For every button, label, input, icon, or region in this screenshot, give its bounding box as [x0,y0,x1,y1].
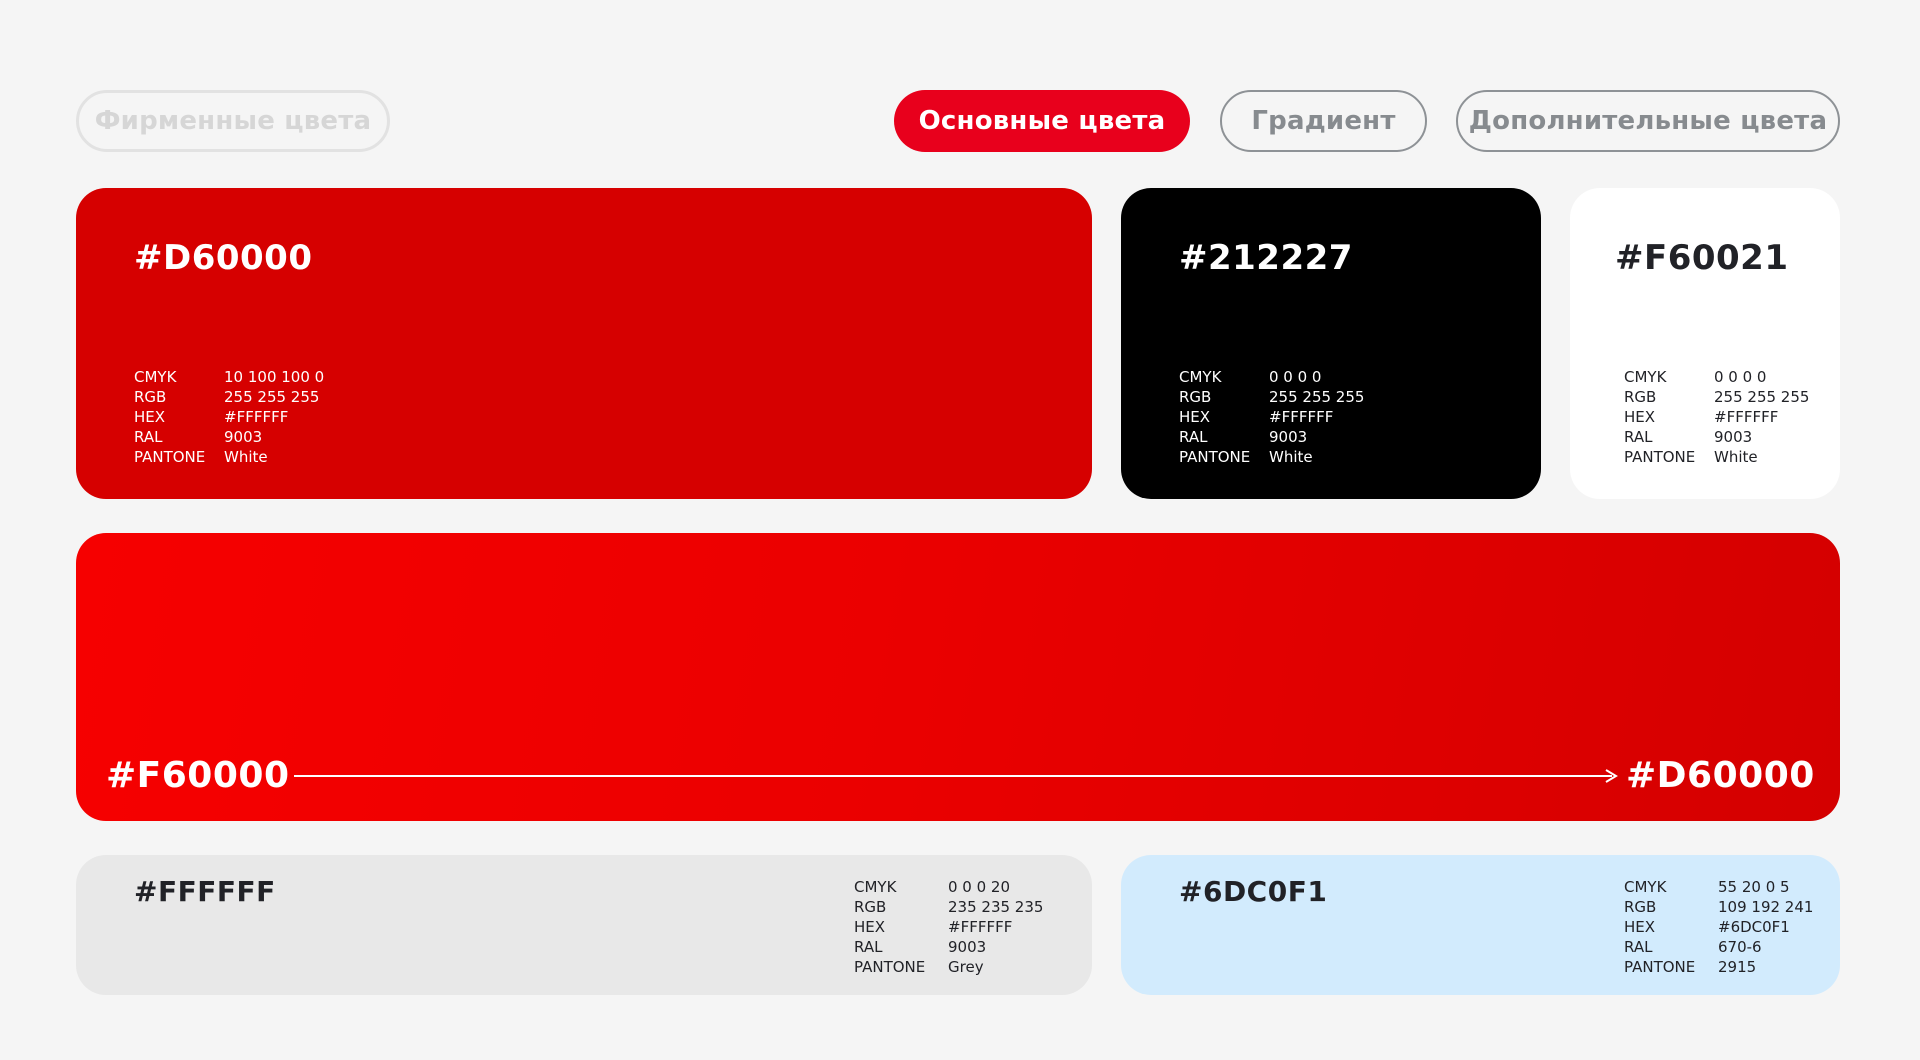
spec-label: PANTONE [134,448,206,466]
spec-value: 2915 [1718,958,1757,976]
spec-value: 9003 [948,938,987,956]
spec-value: #FFFFFF [1714,408,1779,426]
color-hex-title: #F60021 [1615,238,1789,278]
color-card-ffffff: #FFFFFF CMYK 0 0 0 20 RGB 235 235 235 HEX #… [76,855,1092,995]
spec-value: 255 255 255 [1714,388,1810,406]
spec-value: #6DC0F1 [1718,918,1790,936]
spec-value: Grey [948,958,984,976]
spec-label: PANTONE [1624,958,1696,976]
spec-value: #FFFFFF [224,408,289,426]
tab-main-colors[interactable]: Основные цвета [894,90,1190,152]
spec-value: 109 192 241 [1718,898,1814,916]
tab-additional-colors[interactable]: Дополнительные цвета [1456,90,1840,152]
tab-brand-colors[interactable]: Фирменные цвета [76,90,390,152]
spec-value: 55 20 0 5 [1718,878,1790,896]
spec-value: White [1714,448,1758,466]
color-card-f60021: #F60021 CMYK 0 0 0 0 RGB 255 255 255 HEX #F… [1570,188,1840,499]
spec-label: RAL [854,938,883,956]
arrow-right-icon [1605,769,1618,783]
spec-label: CMYK [1624,368,1667,386]
spec-label: PANTONE [1179,448,1251,466]
color-specs: CMYK 10 100 100 0 RGB 255 255 255 HEX #FFFF… [134,367,324,467]
color-hex-title: #6DC0F1 [1179,875,1328,908]
spec-label: RAL [1624,428,1653,446]
color-hex-title: #FFFFFF [134,875,276,908]
spec-label: HEX [134,408,166,426]
spec-label: PANTONE [1624,448,1696,466]
spec-value: 0 0 0 0 [1714,368,1767,386]
spec-label: CMYK [1624,878,1667,896]
spec-value: 0 0 0 20 [948,878,1011,896]
spec-label: HEX [1624,918,1656,936]
spec-label: RGB [134,388,167,406]
spec-value: 255 255 255 [224,388,320,406]
spec-label: CMYK [134,368,177,386]
spec-label: CMYK [1179,368,1222,386]
spec-label: RGB [1179,388,1212,406]
spec-value: 255 255 255 [1269,388,1365,406]
spec-value: 9003 [224,428,263,446]
spec-label: CMYK [854,878,897,896]
color-specs: CMYK 0 0 0 0 RGB 255 255 255 HEX #FFFFFF RA… [1624,367,1809,467]
tab-gradient[interactable]: Градиент [1220,90,1427,152]
spec-label: HEX [1624,408,1656,426]
spec-label: RAL [1624,938,1653,956]
spec-label: RGB [1624,898,1657,916]
spec-value: #FFFFFF [1269,408,1334,426]
color-specs: CMYK 55 20 0 5 RGB 109 192 241 HEX #6DC0F1 … [1624,877,1813,977]
gradient-arrow-line [294,775,1612,777]
gradient-end-hex: #D60000 [1626,755,1815,796]
gradient-card: #F60000 #D60000 [76,533,1840,821]
color-specs: CMYK 0 0 0 0 RGB 255 255 255 HEX #FFFFFF RA… [1179,367,1364,467]
color-specs: CMYK 0 0 0 20 RGB 235 235 235 HEX #FFFFFF R… [854,877,1043,977]
color-hex-title: #212227 [1179,238,1353,278]
spec-value: White [224,448,268,466]
spec-value: 9003 [1714,428,1753,446]
color-card-d60000: #D60000 CMYK 10 100 100 0 RGB 255 255 255 … [76,188,1092,499]
spec-value: 10 100 100 0 [224,368,325,386]
color-card-6dc0f1: #6DC0F1 CMYK 55 20 0 5 RGB 109 192 241 HEX… [1121,855,1840,995]
spec-value: 0 0 0 0 [1269,368,1322,386]
spec-value: 235 235 235 [948,898,1044,916]
color-card-212227: #212227 CMYK 0 0 0 0 RGB 255 255 255 HEX #F… [1121,188,1541,499]
spec-label: RAL [134,428,163,446]
spec-label: RGB [1624,388,1657,406]
spec-label: RGB [854,898,887,916]
spec-value: #FFFFFF [948,918,1013,936]
gradient-start-hex: #F60000 [106,755,290,796]
spec-label: HEX [854,918,886,936]
spec-label: RAL [1179,428,1208,446]
spec-label: HEX [1179,408,1211,426]
spec-value: 9003 [1269,428,1308,446]
spec-label: PANTONE [854,958,926,976]
spec-value: 670-6 [1718,938,1762,956]
spec-value: White [1269,448,1313,466]
color-hex-title: #D60000 [134,238,313,278]
